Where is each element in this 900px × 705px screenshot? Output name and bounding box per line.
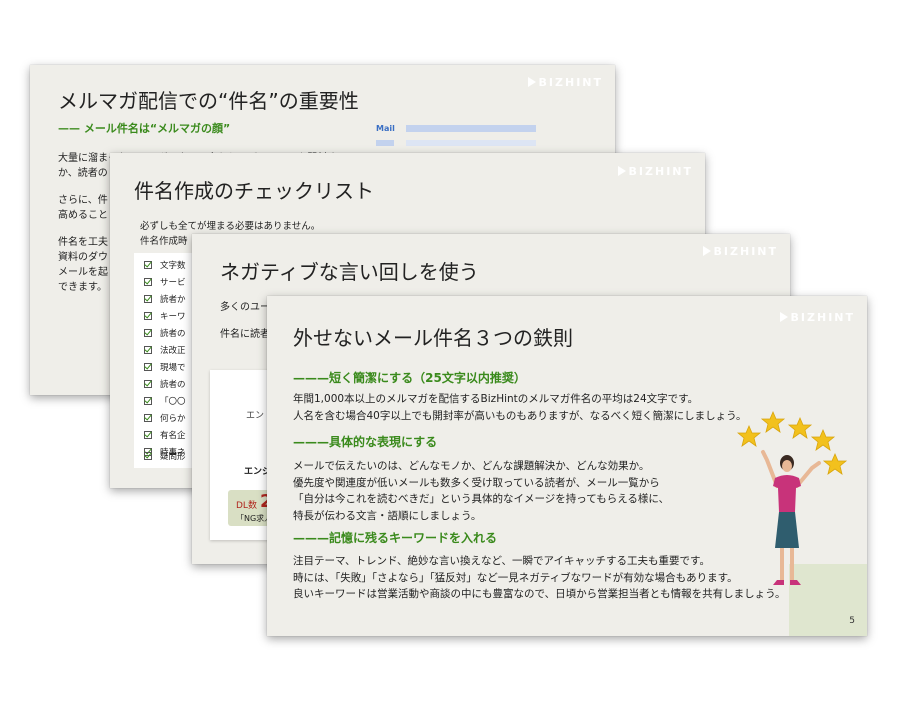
body-line: 多くのユー [220,302,270,313]
brand-logo: BIZHINT [617,165,693,178]
checkbox-checked-icon [144,261,152,269]
checklist-item[interactable]: サービ [144,276,186,288]
brand-logo: BIZHINT [702,245,778,258]
slide-title: メルマガ配信での“件名”の重要性 [58,89,359,113]
body-text-3: 件名を工夫 資料のダウ メールを起 できます。 [58,237,108,293]
slide-title: ネガティブな言い回しを使う [220,260,479,284]
checkbox-checked-icon [144,312,152,320]
section-body: 年間1,000本以上のメルマガを配信するBizHintのメルマガ件名の平均は24… [293,393,747,422]
slide-title: 件名作成のチェックリスト [134,179,374,203]
checkbox-checked-icon [144,363,152,371]
mail-label: Mail [376,124,395,133]
slide-subheading: —— メール件名は“メルマガの顔” [58,122,231,135]
checklist-item[interactable]: 何らか [144,412,186,424]
section-body: 注目テーマ、トレンド、絶妙な言い換えなど、一瞬でアイキャッチする工夫も重要です。… [293,555,786,600]
slide-three-rules: BIZHINT 外せないメール件名３つの鉄則 ———短く簡潔にする（25文字以内… [267,296,867,636]
body-line: 件名に読者 [220,329,270,340]
checklist-item[interactable]: 現場で [144,361,186,373]
section-heading: ———短く簡潔にする（25文字以内推奨） [293,371,526,385]
checklist-item[interactable]: 疑問形 [144,450,186,462]
checkbox-checked-icon [144,380,152,388]
section-heading: ———記憶に残るキーワードを入れる [293,531,498,545]
checkbox-checked-icon [144,452,152,460]
card-text: エン [246,411,265,421]
mail-bar [376,140,394,146]
checkbox-checked-icon [144,295,152,303]
checklist-item[interactable]: 読者か [144,293,186,305]
page-number: 5 [849,616,855,626]
checklist-item[interactable]: 読者の [144,378,186,390]
play-icon [527,77,536,87]
checklist-item[interactable]: 「〇〇 [144,395,186,407]
section-heading: ———具体的な表現にする [293,435,438,449]
brand-logo: BIZHINT [527,76,603,89]
checklist-item[interactable]: 有名企 [144,429,186,441]
body-text-2: さらに、件 高めること [58,195,108,221]
checkbox-checked-icon [144,278,152,286]
checklist-item[interactable]: キーワ [144,310,186,322]
dl-badge-label: DL数 [236,501,257,511]
checkbox-checked-icon [144,329,152,337]
slide-title: 外せないメール件名３つの鉄則 [293,326,573,350]
checkbox-checked-icon [144,414,152,422]
play-icon [702,246,711,256]
checklist-item[interactable]: 法改正 [144,344,186,356]
play-icon [617,166,626,176]
checkbox-checked-icon [144,346,152,354]
woman-with-stars-illustration [737,410,848,585]
checkbox-checked-icon [144,397,152,405]
play-icon [779,312,788,322]
mail-bar [406,125,536,132]
brand-logo: BIZHINT [779,311,855,324]
section-body: メールで伝えたいのは、どんなモノか、どんな課題解決か、どんな効果か。 優先度や関… [293,460,670,522]
mail-bar [406,140,536,146]
checklist-item[interactable]: 文字数 [144,259,186,271]
checkbox-checked-icon [144,431,152,439]
checklist-item[interactable]: 読者の [144,327,186,339]
